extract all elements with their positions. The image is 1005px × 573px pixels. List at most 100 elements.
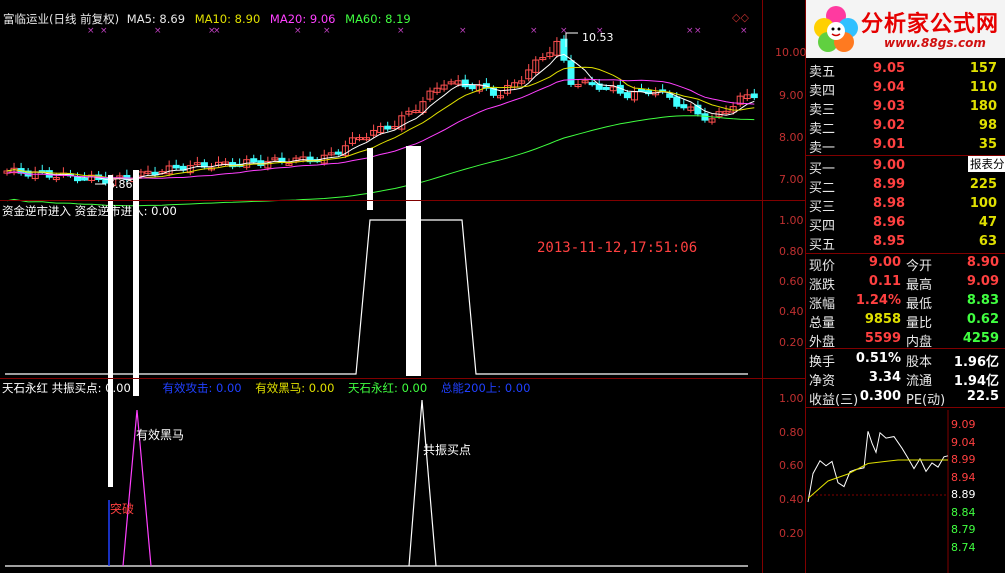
bid-price: 8.98: [873, 196, 906, 211]
sidebar-border: [805, 0, 806, 573]
signal-marker: ×: [686, 26, 694, 36]
stat-row: 净资 3.34 流通 1.94亿: [809, 369, 1003, 389]
ask-volume: 110: [969, 80, 997, 95]
report-button[interactable]: 报表分: [968, 156, 1005, 172]
ma5-line: [6, 53, 755, 180]
signal-marker: ×: [740, 26, 748, 36]
bid-volume: 63: [978, 234, 997, 249]
logo-url: www.88gs.com: [884, 36, 986, 50]
candle-body: [750, 93, 758, 99]
ask-label: 卖四: [809, 84, 836, 99]
bid-row[interactable]: 买三 8.98 100: [809, 195, 999, 215]
signal-bar: [406, 146, 421, 376]
bid-label: 买四: [809, 219, 836, 234]
ask-price: 9.01: [873, 137, 906, 152]
breakout-annotation: 突破: [110, 502, 135, 516]
ask-label: 卖三: [809, 103, 836, 118]
stat-label: 涨跌: [809, 278, 836, 293]
ask-label: 卖二: [809, 122, 836, 137]
chart-overlays: × × × ×× × × × × × × × × × ×: [5, 26, 748, 567]
ma5-value: MA5: 8.69: [126, 12, 186, 26]
ask-volume: 35: [978, 137, 997, 152]
indicator-title: 天石永红 共振买点: 0.00: [2, 381, 131, 395]
signal-bar: [108, 175, 113, 487]
signal-marker: ×: [294, 26, 302, 36]
high-marker-line: [565, 32, 578, 47]
indicator-axis-label: 0.20: [779, 336, 804, 349]
price-axis-label: 10.00: [775, 46, 807, 59]
stat-label: 流通: [906, 374, 933, 389]
stat-label: 内盘: [906, 335, 933, 350]
stat-row: 外盘 5599 内盘 4259: [809, 330, 1003, 350]
price-axis-label: 9.00: [779, 89, 804, 102]
ask-row[interactable]: 卖五 9.05 157: [809, 60, 999, 80]
ma20-value: MA20: 9.06: [269, 12, 336, 26]
ask-price: 9.02: [873, 118, 906, 133]
stat-label: 现价: [809, 259, 836, 274]
bid-row[interactable]: 买五 8.95 63: [809, 233, 999, 253]
signal-marker: ×: [694, 26, 702, 36]
intraday-mini-chart: [807, 410, 949, 573]
flower-logo-icon: [814, 6, 858, 52]
ask-price: 9.03: [873, 99, 906, 114]
bid-row[interactable]: 买四 8.96 47: [809, 214, 999, 234]
signal-marker: ×: [213, 26, 221, 36]
ma10-value: MA10: 8.90: [194, 12, 261, 26]
stat-value: 1.24%: [855, 293, 901, 308]
candlestick-series: [3, 35, 758, 189]
resonance-annotation: 共振买点: [423, 443, 472, 457]
site-logo[interactable]: 分析家公式网 www.88gs.com: [806, 0, 1005, 58]
stat-value: 1.96亿: [953, 355, 999, 370]
intraday-axis-label: 8.99: [951, 453, 976, 466]
stat-label: 最高: [906, 278, 933, 293]
signal-marker: ×: [459, 26, 467, 36]
ask-row[interactable]: 卖四 9.04 110: [809, 79, 999, 99]
bid-volume: 47: [978, 215, 997, 230]
ask-row[interactable]: 卖一 9.01 35: [809, 136, 999, 156]
stat-label: 涨幅: [809, 297, 836, 312]
bid-label: 买二: [809, 181, 836, 196]
chart-options-icon[interactable]: ◇◇: [732, 11, 749, 24]
stat-label: 股本: [906, 355, 933, 370]
resonance-signal: [408, 399, 437, 567]
stat-row: 收益(三) 0.300 PE(动) 22.5: [809, 388, 1003, 408]
bid-label: 买三: [809, 200, 836, 215]
bid-price: 8.99: [873, 177, 906, 192]
stat-label: 总量: [809, 316, 836, 331]
indicator-axis-label: 1.00: [779, 214, 804, 227]
ask-volume: 98: [978, 118, 997, 133]
stat-row: 现价 9.00 今开 8.90: [809, 254, 1003, 274]
stat-value: 3.34: [868, 370, 901, 385]
intraday-axis-label: 8.89: [951, 488, 976, 501]
panel-divider: [0, 378, 805, 379]
stat-value: 5599: [864, 331, 901, 346]
indicator-item: 总能200上: 0.00: [440, 381, 531, 395]
stat-label: 换手: [809, 355, 836, 370]
stat-value: 0.11: [868, 274, 901, 289]
candle-body: [588, 82, 596, 86]
stat-label: 外盘: [809, 335, 836, 350]
stock-title: 富临运业(日线 前复权): [3, 12, 120, 26]
stat-value: 9.00: [868, 255, 901, 270]
stat-label: 今开: [906, 259, 933, 274]
stat-value: 0.51%: [855, 351, 901, 366]
bid-row[interactable]: 买二 8.99 225: [809, 176, 999, 196]
indicator-axis-label: 0.40: [779, 493, 804, 506]
bid-price: 8.95: [873, 234, 906, 249]
signal-marker: ×: [323, 26, 331, 36]
signal-marker: ×: [530, 26, 538, 36]
indicator-header-capital: 资金逆市进入 资金逆市进入: 0.00: [2, 204, 177, 218]
bid-volume: 225: [969, 177, 997, 192]
stat-value: 22.5: [966, 389, 999, 404]
stat-row: 换手 0.51% 股本 1.96亿: [809, 350, 1003, 370]
ask-row[interactable]: 卖三 9.03 180: [809, 98, 999, 118]
stat-value: 4259: [962, 331, 999, 346]
stat-label: 量比: [906, 316, 933, 331]
indicator-axis-label: 1.00: [779, 392, 804, 405]
candle-body: [701, 113, 709, 121]
stat-label: 收益(三): [809, 393, 859, 408]
ask-row[interactable]: 卖二 9.02 98: [809, 117, 999, 137]
bid-label: 买五: [809, 238, 836, 253]
candle-body: [638, 88, 645, 92]
stat-row: 涨幅 1.24% 最低 8.83: [809, 292, 1003, 312]
